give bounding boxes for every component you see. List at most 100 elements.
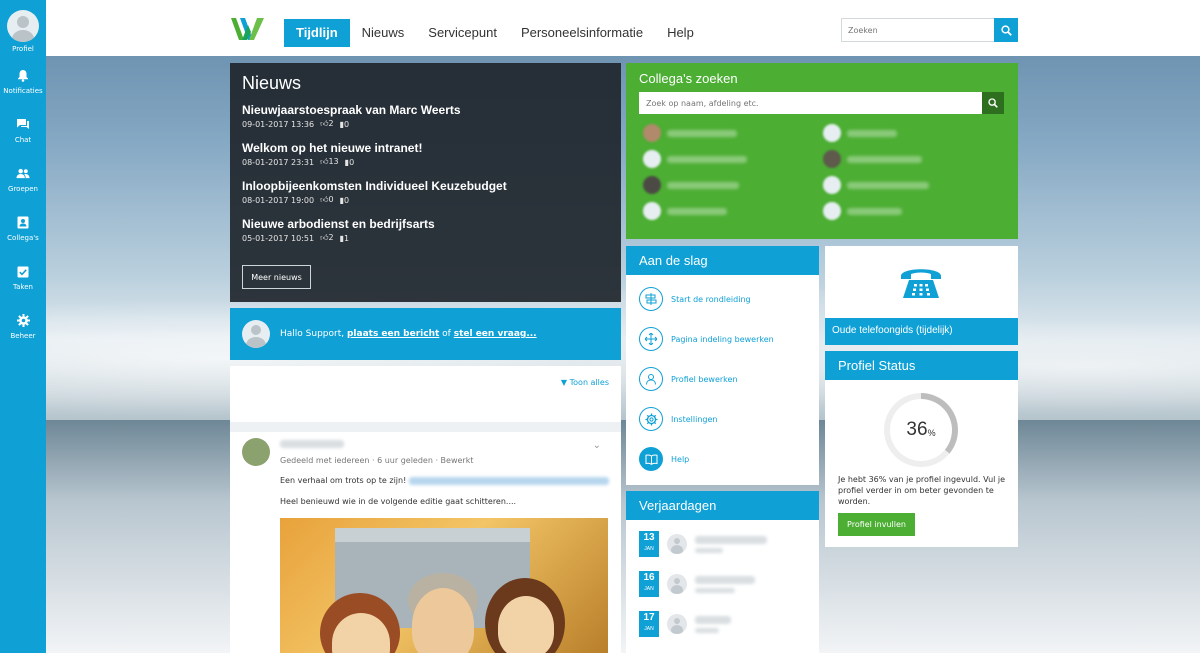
start-tour-link[interactable]: Start de rondleiding [626, 279, 819, 319]
ask-question-link[interactable]: stel een vraag... [454, 329, 537, 339]
nav-nieuws[interactable]: Nieuws [350, 19, 417, 47]
rail-groups[interactable]: Groepen [0, 155, 46, 204]
edit-layout-label: Pagina indeling bewerken [671, 334, 774, 344]
news-item: Welkom op het nieuwe intranet! 08-01-201… [242, 141, 609, 167]
nav-personeelsinformatie[interactable]: Personeelsinformatie [509, 19, 655, 47]
rail-chat-label: Chat [14, 135, 32, 144]
news-item: Inloopbijeenkomsten Individueel Keuzebud… [242, 179, 609, 205]
search-button[interactable] [994, 18, 1018, 42]
timeline-feed: ▼ Toon alles Gedeeld met iedereen · 6 uu… [230, 366, 621, 653]
book-icon [639, 447, 663, 471]
news-item-meta: 05-01-2017 10:51 👍︎2 ▮1 [242, 233, 609, 243]
like-count: 👍︎2 [320, 233, 334, 242]
move-arrows-icon [639, 327, 663, 351]
user-avatar [7, 10, 39, 42]
checkbox-icon [16, 265, 30, 279]
create-post-link[interactable]: plaats een bericht [347, 329, 439, 339]
filter-toggle[interactable]: ▼ Toon alles [561, 378, 609, 387]
colleague-item[interactable] [643, 175, 823, 195]
getting-started-card: Aan de slag Start de rondleiding Pagina … [626, 246, 819, 485]
logo-icon[interactable] [230, 16, 266, 42]
news-item-title[interactable]: Welkom op het nieuwe intranet! [242, 141, 609, 155]
colleague-name-redacted [847, 181, 929, 189]
rail-admin-label: Beheer [10, 331, 36, 340]
edit-layout-link[interactable]: Pagina indeling bewerken [626, 319, 819, 359]
rail-tasks-label: Taken [13, 282, 33, 291]
birthday-name-redacted [695, 615, 731, 633]
help-link[interactable]: Help [626, 439, 819, 479]
colleague-search-input[interactable] [639, 92, 982, 114]
user-avatar [242, 320, 270, 348]
more-news-button[interactable]: Meer nieuws [242, 265, 311, 289]
user-avatar [667, 614, 687, 634]
colleague-name-redacted [667, 181, 739, 189]
colleague-item[interactable] [823, 123, 1003, 143]
news-item-meta: 09-01-2017 13:36 👍︎2 ▮0 [242, 119, 609, 129]
colleague-avatar [643, 124, 661, 142]
search-input[interactable] [842, 19, 1017, 41]
post-image[interactable] [280, 518, 608, 653]
birthday-item[interactable]: 13 JAN [626, 524, 819, 564]
nav-tijdlijn[interactable]: Tijdlijn [284, 19, 350, 47]
colleague-name-redacted [847, 129, 897, 137]
colleague-item[interactable] [823, 149, 1003, 169]
colleague-avatar [823, 150, 841, 168]
user-outline-icon [639, 367, 663, 391]
mention-redacted[interactable] [408, 476, 609, 485]
comment-count: ▮0 [339, 195, 350, 205]
signpost-icon [639, 287, 663, 311]
colleague-search-button[interactable] [982, 92, 1004, 114]
nav-help[interactable]: Help [655, 19, 706, 47]
author-name-redacted[interactable] [280, 440, 344, 448]
colleague-avatar [823, 176, 841, 194]
complete-profile-button[interactable]: Profiel invullen [838, 513, 915, 536]
edit-profile-label: Profiel bewerken [671, 374, 738, 384]
birthday-day: 17 [643, 612, 655, 623]
nav-servicepunt[interactable]: Servicepunt [416, 19, 509, 47]
profile-status-text: Je hebt 36% van je profiel ingevuld. Vul… [838, 475, 1006, 506]
search-icon [1000, 24, 1012, 36]
colleague-item[interactable] [823, 175, 1003, 195]
rail-notifications-label: Notificaties [3, 86, 43, 95]
colleague-item[interactable] [643, 201, 823, 221]
comment-count: ▮0 [344, 157, 355, 167]
phonebook-label: Oude telefoongids (tijdelijk) [825, 318, 1018, 345]
chat-icon [16, 118, 30, 132]
colleague-item[interactable] [643, 123, 823, 143]
rail-profile[interactable]: Profiel [0, 0, 46, 57]
phonebook-tile[interactable]: Oude telefoongids (tijdelijk) [825, 246, 1018, 345]
rail-notifications[interactable]: Notificaties [0, 57, 46, 106]
colleague-search-field [639, 92, 982, 114]
birthday-item[interactable]: 16 JAN [626, 564, 819, 604]
chevron-down-icon[interactable]: ⌄ [593, 440, 601, 451]
colleague-item[interactable] [823, 201, 1003, 221]
news-date: 08-01-2017 19:00 [242, 195, 315, 205]
birthday-date: 16 JAN [639, 571, 659, 597]
news-date: 08-01-2017 23:31 [242, 157, 315, 167]
settings-link[interactable]: Instellingen [626, 399, 819, 439]
news-item-title[interactable]: Inloopbijeenkomsten Individueel Keuzebud… [242, 179, 609, 193]
profile-percent-number: 36 [906, 419, 928, 440]
like-count: 👍︎13 [320, 157, 339, 166]
news-title: Nieuws [242, 73, 302, 93]
gear-outline-icon [639, 407, 663, 431]
colleague-name-redacted [847, 155, 922, 163]
colleague-avatar [643, 202, 661, 220]
news-item-title[interactable]: Nieuwjaarstoespraak van Marc Weerts [242, 103, 609, 117]
rail-colleagues[interactable]: Collega's [0, 204, 46, 253]
rail-tasks[interactable]: Taken [0, 253, 46, 302]
rail-chat[interactable]: Chat [0, 106, 46, 155]
feed-divider [230, 422, 621, 432]
edit-profile-link[interactable]: Profiel bewerken [626, 359, 819, 399]
filter-label: Toon alles [569, 378, 609, 387]
like-count: 👍︎2 [320, 119, 334, 128]
birthday-name-redacted [695, 575, 755, 593]
rail-colleagues-label: Collega's [7, 233, 39, 242]
news-item-title[interactable]: Nieuwe arbodienst en bedrijfsarts [242, 217, 609, 231]
rail-admin[interactable]: Beheer [0, 302, 46, 351]
post-author-block: Gedeeld met iedereen · 6 uur geleden · B… [280, 438, 473, 466]
birthday-item[interactable]: 17 JAN [626, 604, 819, 644]
colleague-item[interactable] [643, 149, 823, 169]
author-avatar[interactable] [242, 438, 270, 466]
birthday-name-redacted [695, 535, 767, 553]
